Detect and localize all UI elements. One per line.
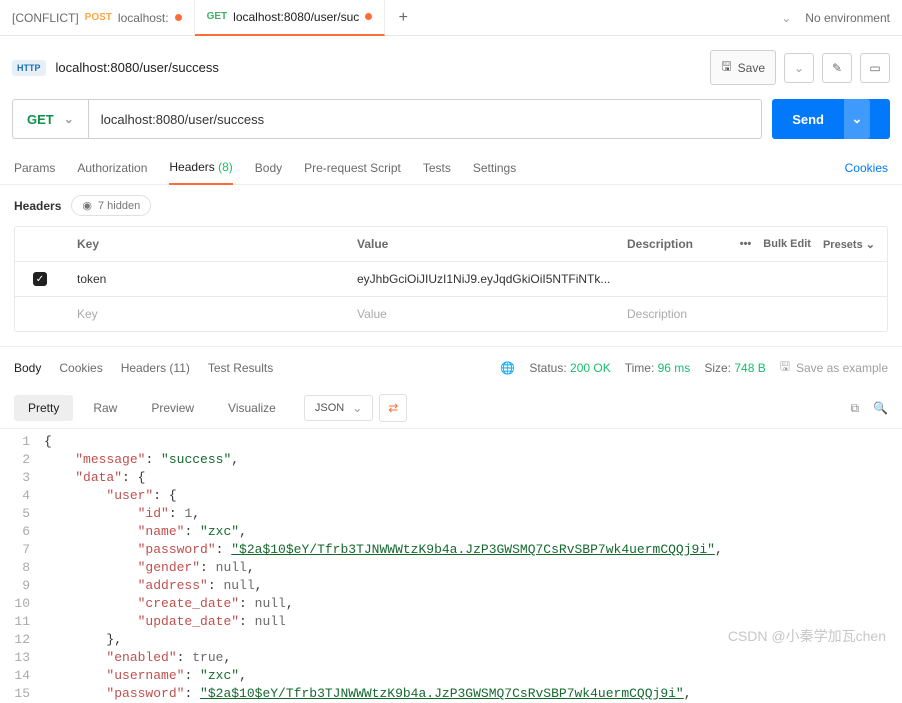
resp-tab-cookies[interactable]: Cookies: [59, 361, 102, 375]
http-badge: HTTP: [12, 60, 46, 76]
send-dropdown[interactable]: ⌄: [844, 99, 870, 139]
unsaved-dot-icon: [175, 14, 182, 21]
tab-bar: [CONFLICT] POST localhost: GET localhost…: [0, 0, 902, 36]
save-button[interactable]: 🖫 Save: [710, 50, 776, 85]
tab-get-success[interactable]: GET localhost:8080/user/suc: [195, 0, 386, 36]
checkbox-icon[interactable]: ✓: [33, 272, 47, 286]
wrap-icon[interactable]: ⇄: [379, 394, 407, 422]
tab-method: POST: [85, 12, 112, 23]
eye-icon: ◉: [82, 199, 92, 212]
header-desc[interactable]: [615, 262, 887, 296]
send-button[interactable]: Send ⌄: [772, 99, 890, 139]
headers-section: Headers ◉ 7 hidden Key Value Description…: [0, 185, 902, 332]
table-header: Key Value Description ••• Bulk Edit Pres…: [15, 227, 887, 261]
time-label: Time: 96 ms: [625, 361, 691, 375]
tab-label: localhost:8080/user/suc: [233, 10, 359, 24]
url-input[interactable]: [88, 99, 762, 139]
save-as-example[interactable]: 🖫Save as example: [780, 357, 888, 378]
edit-icon[interactable]: ✎: [822, 53, 852, 83]
tab-method: GET: [207, 11, 228, 22]
response-tabs: Body Cookies Headers (11) Test Results 🌐…: [0, 346, 902, 388]
unsaved-dot-icon: [365, 13, 372, 20]
tab-conflict-post[interactable]: [CONFLICT] POST localhost:: [0, 0, 195, 36]
chevron-down-icon: ⌄: [64, 112, 74, 126]
tab-pre-request[interactable]: Pre-request Script: [304, 151, 401, 185]
search-icon[interactable]: 🔍: [873, 401, 888, 416]
tab-body[interactable]: Body: [255, 151, 282, 185]
presets-dropdown[interactable]: Presets ⌄: [823, 238, 875, 251]
tab-tests[interactable]: Tests: [423, 151, 451, 185]
resp-tab-tests[interactable]: Test Results: [208, 361, 273, 375]
table-row[interactable]: ✓ token eyJhbGciOiJIUzI1NiJ9.eyJqdGkiOiI…: [15, 261, 887, 296]
watermark: CSDN @小秦学加瓦chen: [728, 626, 886, 646]
view-raw[interactable]: Raw: [79, 395, 131, 421]
more-icon[interactable]: •••: [740, 238, 752, 251]
bulk-edit-link[interactable]: Bulk Edit: [763, 238, 811, 251]
tab-label: localhost:: [118, 11, 169, 25]
header-key[interactable]: token: [65, 262, 345, 296]
copy-icon[interactable]: ⧉: [850, 401, 859, 416]
method-selector[interactable]: GET ⌄: [12, 99, 88, 139]
tab-authorization[interactable]: Authorization: [77, 151, 147, 185]
format-selector[interactable]: JSON⌄: [304, 395, 373, 421]
comment-icon[interactable]: ▭: [860, 53, 890, 83]
hidden-headers-toggle[interactable]: ◉ 7 hidden: [71, 195, 151, 216]
resp-tab-body[interactable]: Body: [14, 361, 41, 375]
tab-headers[interactable]: Headers (8): [169, 151, 232, 185]
tab-params[interactable]: Params: [14, 151, 55, 185]
cookies-link[interactable]: Cookies: [845, 161, 888, 175]
headers-title: Headers: [14, 199, 61, 213]
save-icon: 🖫: [780, 357, 790, 378]
request-title: localhost:8080/user/success: [56, 60, 219, 75]
save-dropdown[interactable]: ⌄: [784, 53, 814, 83]
view-options: Pretty Raw Preview Visualize JSON⌄ ⇄ ⧉ 🔍: [0, 388, 902, 429]
table-row-new[interactable]: Key Value Description: [15, 296, 887, 331]
resp-tab-headers[interactable]: Headers (11): [121, 361, 190, 375]
chevron-down-icon[interactable]: ⌄: [781, 11, 791, 25]
tab-prefix: [CONFLICT]: [12, 11, 79, 25]
status-label: Status: 200 OK: [529, 361, 610, 375]
title-bar: HTTP localhost:8080/user/success 🖫 Save …: [0, 36, 902, 99]
view-pretty[interactable]: Pretty: [14, 395, 73, 421]
request-subtabs: Params Authorization Headers (8) Body Pr…: [0, 151, 902, 185]
save-icon: 🖫: [721, 57, 731, 78]
tab-settings[interactable]: Settings: [473, 151, 516, 185]
view-visualize[interactable]: Visualize: [214, 395, 290, 421]
environment-selector[interactable]: No environment: [805, 11, 890, 25]
view-preview[interactable]: Preview: [137, 395, 208, 421]
new-tab-button[interactable]: +: [385, 9, 421, 27]
header-value[interactable]: eyJhbGciOiJIUzI1NiJ9.eyJqdGkiOiI5NTFiNTk…: [345, 262, 615, 296]
headers-table: Key Value Description ••• Bulk Edit Pres…: [14, 226, 888, 332]
globe-icon[interactable]: 🌐: [500, 361, 515, 375]
size-label: Size: 748 B: [704, 361, 765, 375]
request-row: GET ⌄ Send ⌄: [0, 99, 902, 151]
